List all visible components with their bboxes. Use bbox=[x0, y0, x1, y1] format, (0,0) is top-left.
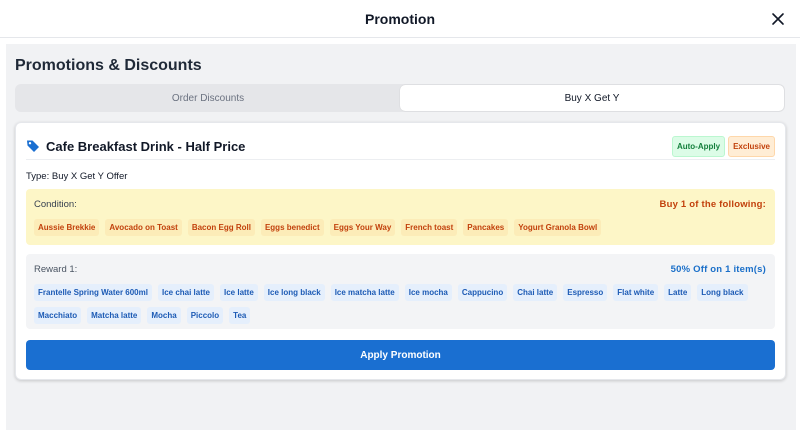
condition-item-chip: Yogurt Granola Bowl bbox=[514, 219, 602, 236]
page-title: Promotion bbox=[365, 10, 435, 27]
reward-item-chip: Frantelle Spring Water 600ml bbox=[34, 284, 152, 301]
reward-item-chip: Mocha bbox=[147, 307, 181, 324]
promotion-type: Type: Buy X Get Y Offer bbox=[26, 171, 128, 182]
reward-item-chip: Matcha latte bbox=[87, 307, 142, 324]
reward-item-chip: Tea bbox=[229, 307, 251, 324]
reward-item-chip: Ice mocha bbox=[404, 284, 452, 301]
reward-item-chip: Macchiato bbox=[34, 307, 82, 324]
header-bar: Promotion bbox=[0, 0, 800, 38]
promotion-header: Cafe Breakfast Drink - Half Price Auto-A… bbox=[26, 133, 775, 159]
badge-group: Auto-Apply Exclusive bbox=[671, 135, 775, 157]
reward-items: Frantelle Spring Water 600ml Ice chai lat… bbox=[34, 284, 769, 324]
condition-item-chip: Bacon Egg Roll bbox=[187, 219, 255, 236]
divider bbox=[26, 159, 775, 160]
reward-box: Reward 1: 50% Off on 1 item(s) Frantelle… bbox=[26, 254, 775, 329]
main-panel: Promotions & Discounts Order Discounts B… bbox=[6, 44, 796, 430]
condition-box: Condition: Buy 1 of the following: Aussi… bbox=[26, 189, 775, 245]
condition-item-chip: Eggs benedict bbox=[260, 219, 324, 236]
reward-item-chip: Flat white bbox=[613, 284, 659, 301]
tab-buy-x-get-y[interactable]: Buy X Get Y bbox=[400, 85, 784, 111]
auto-apply-badge: Auto-Apply bbox=[671, 135, 726, 157]
tab-order-discounts[interactable]: Order Discounts bbox=[16, 85, 400, 111]
condition-item-chip: Avocado on Toast bbox=[105, 219, 182, 236]
reward-item-chip: Piccolo bbox=[186, 307, 224, 324]
promotion-card: Cafe Breakfast Drink - Half Price Auto-A… bbox=[15, 122, 786, 380]
exclusive-badge: Exclusive bbox=[728, 135, 775, 157]
reward-item-chip: Ice long black bbox=[263, 284, 325, 301]
reward-item-chip: Latte bbox=[664, 284, 692, 301]
condition-item-chip: Aussie Brekkie bbox=[34, 219, 100, 236]
reward-item-chip: Cappucino bbox=[457, 284, 508, 301]
condition-item-chip: Pancakes bbox=[463, 219, 509, 236]
condition-item-chip: Eggs Your Way bbox=[329, 219, 396, 236]
apply-promotion-button[interactable]: Apply Promotion bbox=[26, 340, 775, 370]
tab-bar: Order Discounts Buy X Get Y bbox=[15, 84, 785, 112]
reward-rule: 50% Off on 1 item(s) bbox=[670, 264, 766, 275]
reward-item-chip: Ice matcha latte bbox=[330, 284, 399, 301]
reward-item-chip: Chai latte bbox=[513, 284, 558, 301]
reward-item-chip: Ice latte bbox=[220, 284, 258, 301]
tag-icon bbox=[26, 139, 40, 153]
condition-rule: Buy 1 of the following: bbox=[659, 199, 766, 210]
condition-label: Condition: bbox=[34, 199, 77, 210]
condition-item-chip: French toast bbox=[401, 219, 458, 236]
condition-items: Aussie Brekkie Avocado on Toast Bacon Egg … bbox=[34, 219, 769, 236]
reward-label: Reward 1: bbox=[34, 264, 78, 275]
close-icon[interactable] bbox=[768, 9, 788, 29]
section-heading: Promotions & Discounts bbox=[15, 57, 202, 74]
reward-item-chip: Long black bbox=[697, 284, 748, 301]
promotion-name: Cafe Breakfast Drink - Half Price bbox=[46, 138, 246, 154]
reward-item-chip: Ice chai latte bbox=[157, 284, 214, 301]
reward-item-chip: Espresso bbox=[563, 284, 608, 301]
